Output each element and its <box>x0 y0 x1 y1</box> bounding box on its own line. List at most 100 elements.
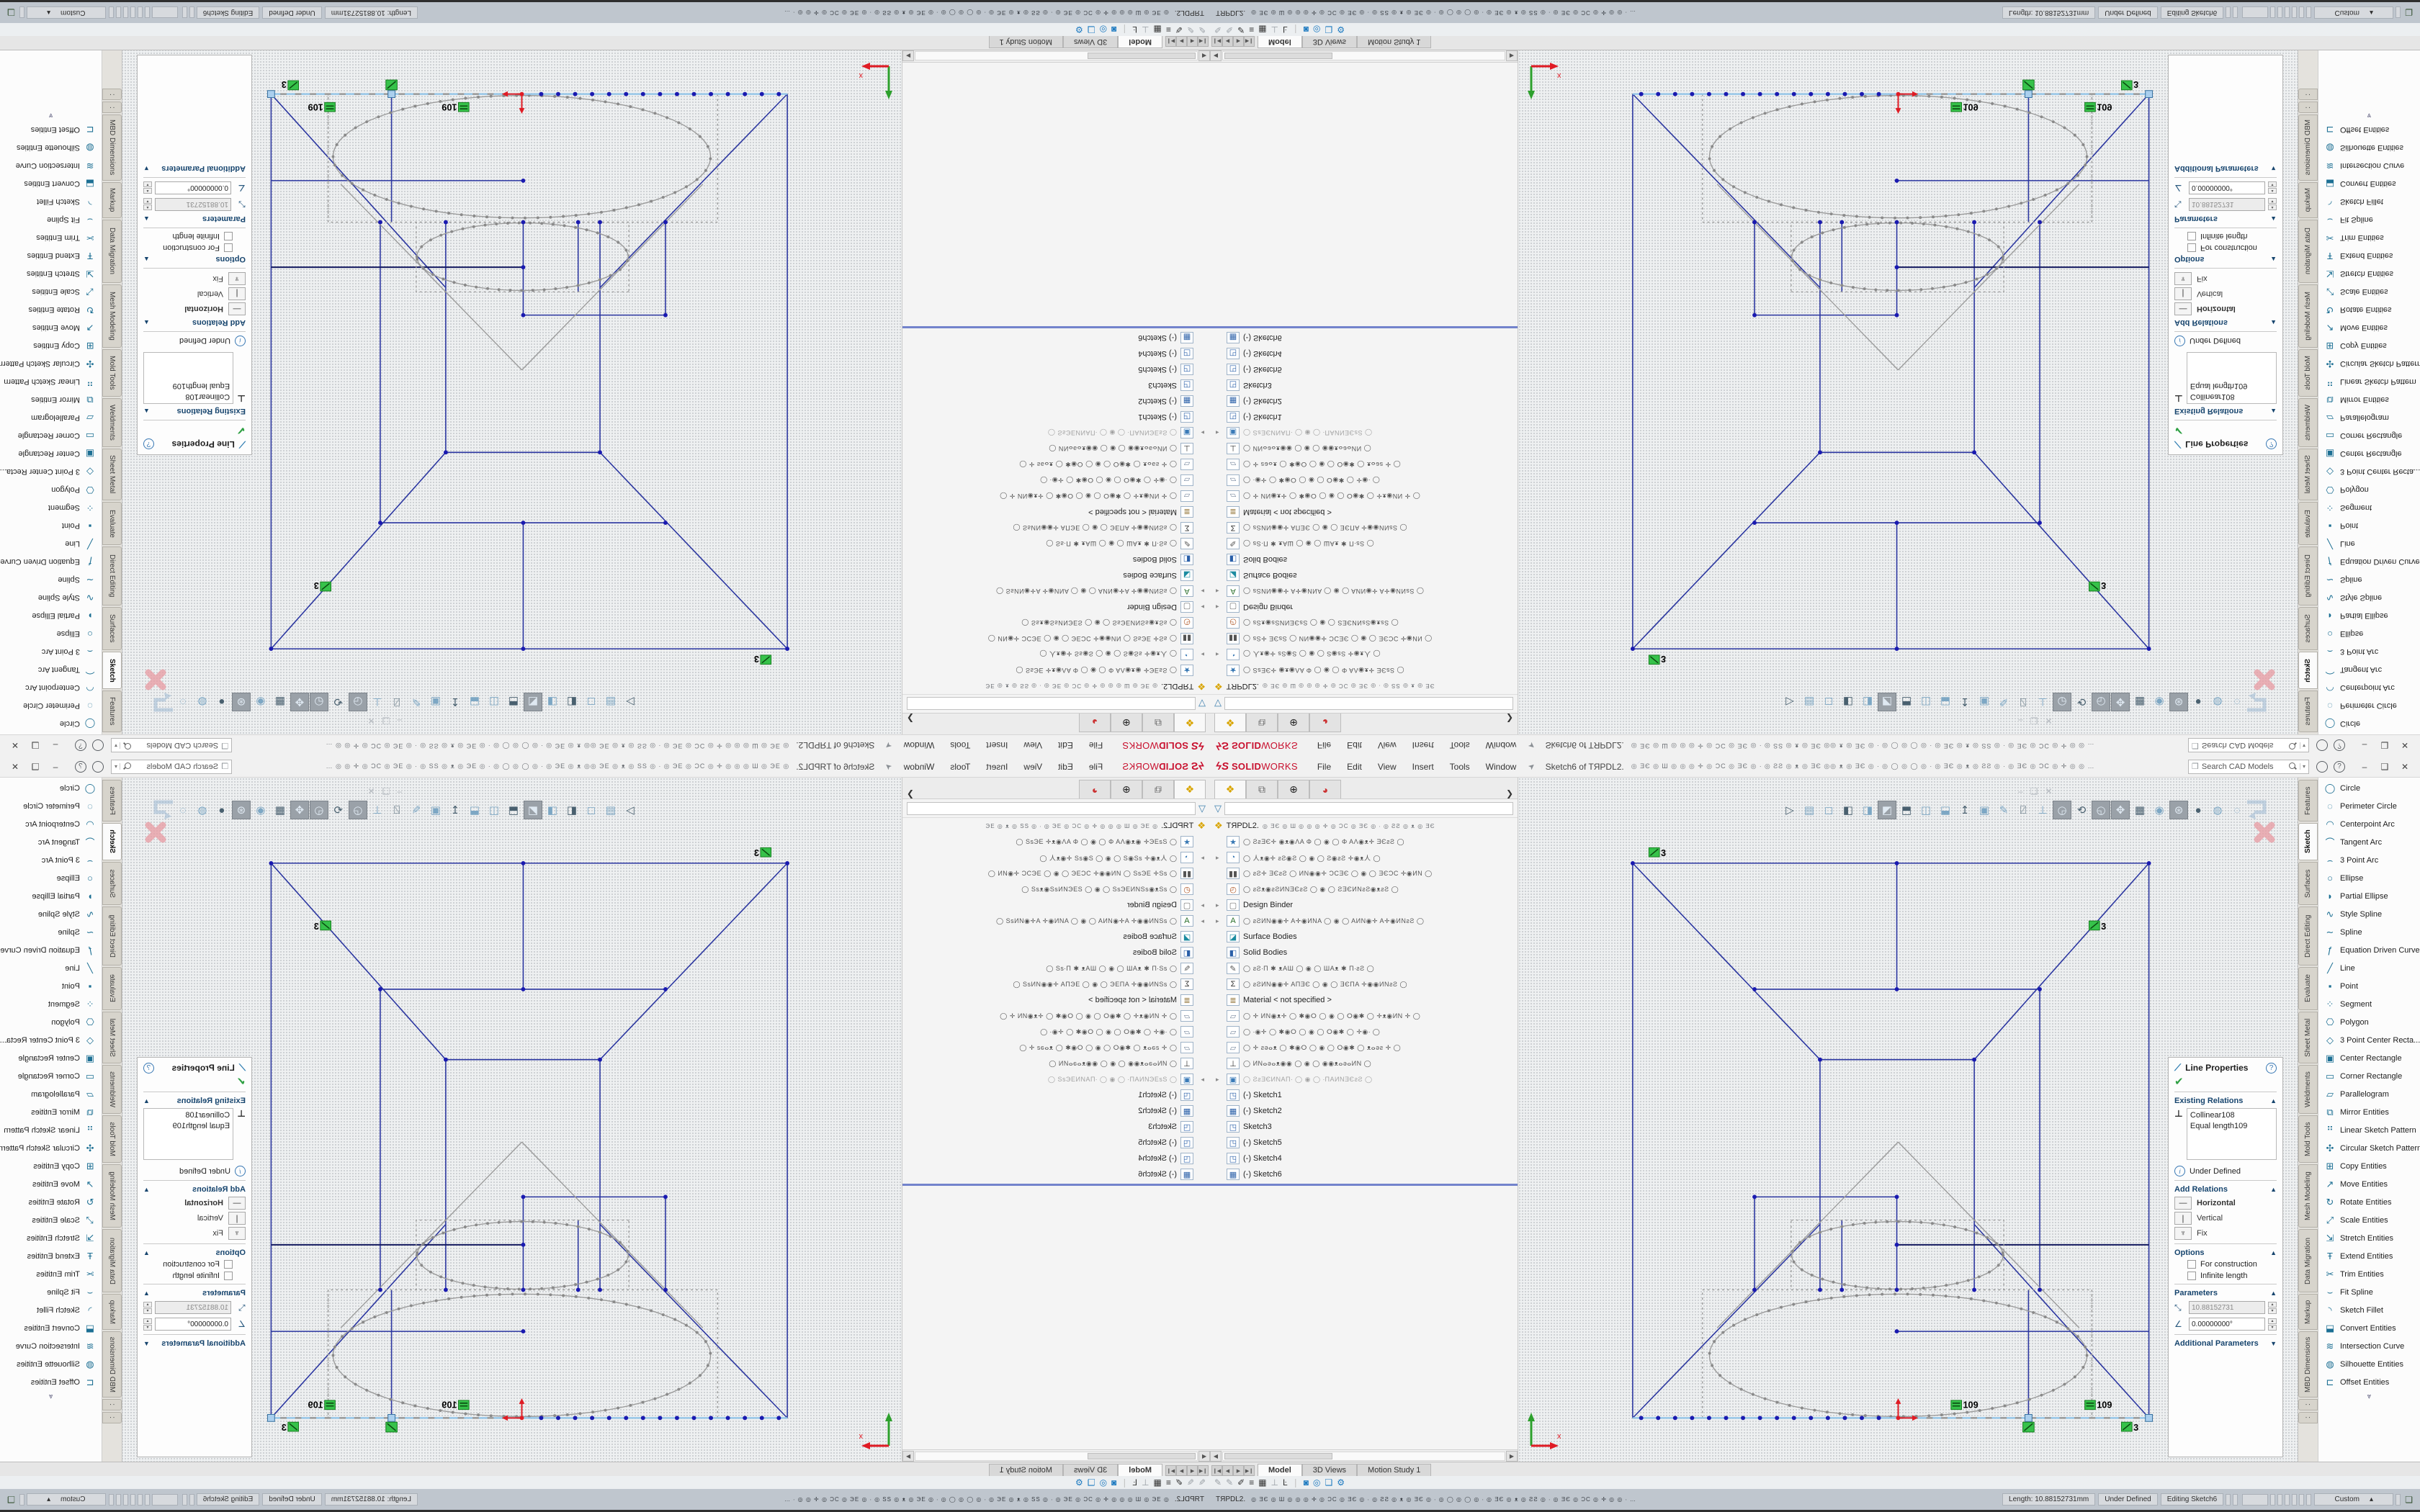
tool-sketch-fillet[interactable]: ◝Sketch Fillet <box>2318 193 2420 211</box>
menu-edit[interactable]: Edit <box>1340 739 1368 752</box>
tree-row[interactable]: ▸▢Design Binder <box>902 599 1210 615</box>
checkbox-infinite-length[interactable]: Infinite length <box>143 1272 233 1280</box>
view-tool-icon[interactable]: ↥ <box>446 801 465 819</box>
tool-ellipse[interactable]: ○Ellipse <box>0 869 102 887</box>
view-tool-icon[interactable]: ◍ <box>2208 801 2227 819</box>
command-tab-mold-tools[interactable]: Mold Tools <box>102 1115 122 1163</box>
tree-row[interactable]: ★◯ ƧƨƎЄ✛ ◉ᴥ◉ΛΑ Φ ◯ ◉ ◯ Φ ΑΛ◉ᴥ✛ ƎЄƨƧ ◯ <box>902 834 1210 850</box>
view-tool-icon[interactable]: ✎ <box>407 693 426 711</box>
view-tool-icon[interactable]: ● <box>2189 693 2208 711</box>
tree-row[interactable]: ◳Sketch3 <box>1210 1119 1518 1135</box>
add-relations-header[interactable]: Add Relations▲ <box>2174 1185 2277 1194</box>
parameters-header[interactable]: Parameters▲ <box>2174 215 2277 223</box>
tab-configurationmanager[interactable]: ⊕ <box>1111 714 1142 732</box>
user-account-icon[interactable] <box>92 761 104 773</box>
view-tool-icon[interactable]: ▦ <box>2130 801 2149 819</box>
bottom-tool-icon[interactable]: ◎ <box>1313 1477 1320 1488</box>
command-tab-features[interactable]: Features <box>102 780 122 822</box>
confirmation-corner[interactable] <box>143 668 179 714</box>
expander-icon[interactable]: ▸ <box>1216 429 1223 437</box>
bottom-tool-icon[interactable]: Ŀ <box>1132 1477 1137 1488</box>
tree-row[interactable]: ▱◯ ∙◉✛ ◯ ✱◉ⵔ ◯ ◉ ◯ ⵔ◉✱ ◯ ✛◉∙ ◯ <box>902 472 1210 488</box>
graphics-area[interactable]: – ❑ ✕ ▷▤◻◧◨◩⬒◫⬓↥▣✎⍁⊥◶⟲◵✥▦◉⊛●◍◌ <box>122 50 902 734</box>
view-tool-icon[interactable]: ◫ <box>485 693 503 711</box>
doc-close-icon[interactable]: ✕ <box>367 716 375 726</box>
tool-move-entities[interactable]: ↗Move Entities <box>0 319 102 337</box>
bottom-tool-icon[interactable]: ⊥ <box>1142 24 1149 35</box>
view-tool-icon[interactable]: ◻ <box>582 801 601 819</box>
add-relation-fix[interactable]: ♆Fix <box>2174 1227 2277 1240</box>
bottom-tool-icon[interactable]: ◎ <box>1313 24 1320 35</box>
mm-nav-icon[interactable]: ▶❙ <box>1165 36 1176 47</box>
menu-tools[interactable]: Tools <box>944 760 977 773</box>
close-button[interactable]: ✕ <box>2396 741 2414 751</box>
view-tool-icon[interactable]: ⬒ <box>504 801 523 819</box>
view-tool-icon[interactable]: ◍ <box>2208 693 2227 711</box>
tree-row[interactable]: ◳(-) Sketch1 <box>902 409 1210 425</box>
bottom-tool-icon[interactable]: ✐ <box>1175 24 1183 35</box>
tree-row[interactable]: ◴◯ ƨƧᴥ◉ƨƧИΝƎЄƨƧ ◯ ◉ ◯ ƧƎЄИΝƨƧ◉ᴥƨƧ ◯ <box>902 615 1210 631</box>
tab-featuremanager[interactable]: ❖ <box>1174 714 1206 732</box>
doc-restore-icon[interactable]: ❑ <box>2030 716 2038 726</box>
command-tab-weldments[interactable]: Weldments <box>2298 398 2318 447</box>
expander-icon[interactable]: ▸ <box>1197 588 1204 595</box>
bottom-tool-icon[interactable]: Ŀ <box>1132 24 1137 35</box>
tree-row[interactable]: ▸A◯ ƨƧИΝ◉◉✛ Α✛◉ИΝΑ ◯ ◉ ◯ ΑИΝ◉✛ Α✛◉ИΝƨƧ ◯ <box>902 583 1210 599</box>
add-relation-fix[interactable]: ♆Fix <box>143 1227 246 1240</box>
tree-row[interactable]: ▦(-) Sketch2 <box>902 1103 1210 1119</box>
bottom-tool-icon[interactable]: ≡ <box>1166 1477 1171 1488</box>
view-tool-icon[interactable]: ◫ <box>485 801 503 819</box>
tree-row[interactable]: ▸◔◯ 人ᴥ◉✛ ƨƧ◉Ƨ ◯ ◉ ◯ Ƨ◉ƨƧ ✛◉ᴥ人 ◯ <box>1210 850 1518 865</box>
pin-icon[interactable]: ➤ <box>1526 740 1537 752</box>
expander-icon[interactable]: ▸ <box>1197 901 1204 909</box>
tree-row[interactable]: ▦(-) Sketch2 <box>902 393 1210 409</box>
menu-tools[interactable]: Tools <box>1443 760 1476 773</box>
mm-nav-icon[interactable]: ▶❙ <box>1165 1465 1176 1476</box>
tree-row[interactable]: ◳(-) Sketch4 <box>902 1151 1210 1166</box>
view-tool-icon[interactable]: ◉ <box>251 801 270 819</box>
bottom-tool-icon[interactable]: ✐ <box>1237 1477 1245 1488</box>
command-tab-direct-editing[interactable]: Direct Editing <box>2298 546 2318 606</box>
add-relations-header[interactable]: Add Relations▲ <box>143 1185 246 1194</box>
tree-row[interactable]: ≣Material < not specified > <box>1210 992 1518 1008</box>
graphics-area[interactable]: – ❑ ✕ ▷▤◻◧◨◩⬒◫⬓↥▣✎⍁⊥◶⟲◵✥▦◉⊛●◍◌ <box>1518 50 2298 734</box>
sketch-blue-lines[interactable] <box>271 863 787 1418</box>
expander-icon[interactable]: ▸ <box>1197 603 1204 611</box>
tab-displaymanager[interactable]: ◕ <box>1309 780 1341 798</box>
more-tools-icon[interactable]: ⩔ <box>0 1392 102 1400</box>
tree-row[interactable]: ◧Solid Bodies <box>1210 945 1518 960</box>
command-tab-sketch[interactable]: Sketch <box>102 652 122 689</box>
tool-centerpoint-arc[interactable]: ◠Centerpoint Arc <box>0 815 102 833</box>
bottom-tool-icon[interactable]: ✐ <box>1175 1477 1183 1488</box>
command-tab--[interactable]: : <box>102 1399 122 1410</box>
view-tool-icon[interactable]: ⬒ <box>1897 801 1916 819</box>
tool-line[interactable]: ╱Line <box>2318 959 2420 977</box>
bottom-tool-icon[interactable]: ◙ <box>1304 1477 1309 1488</box>
view-tool-icon[interactable]: ◩ <box>524 693 542 711</box>
collapse-icon[interactable]: ▲ <box>2270 1290 2277 1297</box>
angle-field[interactable]: 0.00000000° <box>155 181 231 194</box>
tree-row[interactable]: ◳(-) Sketch1 <box>1210 1087 1518 1103</box>
bottom-tool-icon[interactable]: ▦ <box>1258 24 1266 35</box>
scroll-left-icon[interactable]: ◀ <box>1210 1451 1222 1462</box>
expand-icon[interactable]: ▼ <box>143 1340 150 1347</box>
view-tool-icon[interactable]: ✥ <box>2111 801 2130 819</box>
tree-row[interactable]: ▱◯ ✛ ИΝ◉ᴥ✛ ◯ ✱◉ⵔ ◯ ◉ ◯ ⵔ◉✱ ◯ ✛ᴥ◉ИΝ ✛ ◯ <box>1210 488 1518 504</box>
view-tool-icon[interactable]: ▷ <box>1780 801 1799 819</box>
add-relation-horizontal[interactable]: —Horizontal <box>143 1197 246 1210</box>
menu-edit[interactable]: Edit <box>1340 760 1368 773</box>
scroll-left-icon[interactable]: ◀ <box>1198 51 1210 62</box>
command-tab-sheet-metal[interactable]: Sheet Metal <box>102 449 122 500</box>
tool-convert-entities[interactable]: ⬓Convert Entities <box>0 1319 102 1337</box>
view-tool-icon[interactable]: ⬓ <box>1936 693 1955 711</box>
command-tab-mesh-modeling[interactable]: Mesh Modeling <box>2298 1164 2318 1228</box>
tool-circle[interactable]: ◯Circle <box>2318 715 2420 733</box>
options-header[interactable]: Options▲ <box>143 1248 246 1257</box>
tree-row[interactable]: Σ◯ ƨƧИΝ◉◉✛ ΑΠƎЄ ◯ ◉ ◯ ƎЄΠΑ ✛◉◉ИΝƨƧ ◯ <box>902 976 1210 992</box>
tree-row[interactable]: ◳Sketch3 <box>902 1119 1210 1135</box>
length-spinner[interactable]: ▴▾ <box>2268 199 2277 211</box>
sketch-blue-lines[interactable] <box>1633 94 2149 649</box>
view-tool-icon[interactable]: ⊥ <box>368 693 387 711</box>
tab-displaymanager[interactable]: ◕ <box>1079 780 1111 798</box>
search-box[interactable]: ❒ Search CAD Models ▾ <box>111 739 232 753</box>
